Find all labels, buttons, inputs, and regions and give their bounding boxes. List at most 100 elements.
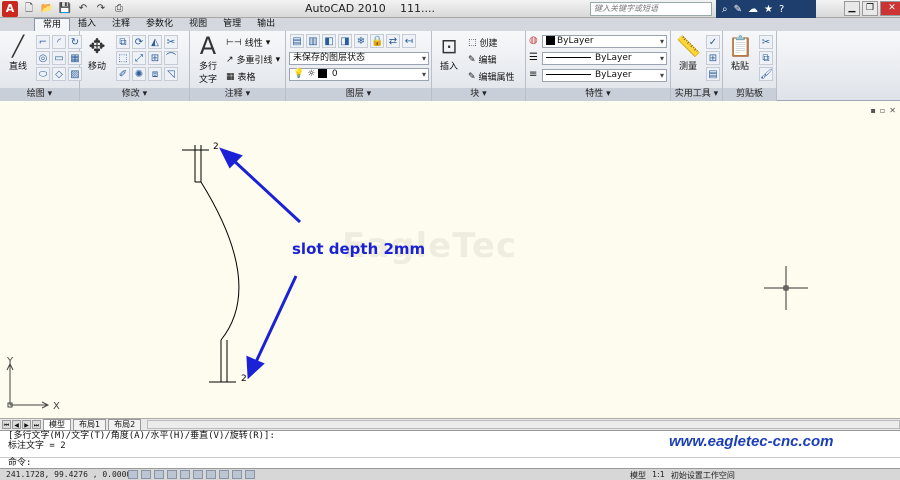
clipboard-panel-label[interactable]: 剪贴板 (723, 88, 776, 101)
circle-icon[interactable]: ◎ (36, 51, 50, 65)
create-block-button[interactable]: ⬚ 创建 (468, 36, 498, 50)
id-point-icon[interactable]: ▤ (706, 67, 720, 81)
annotation-panel-label[interactable]: 注释 ▾ (190, 88, 285, 101)
layer-state-icon[interactable]: ▥ (306, 34, 320, 48)
osnap-toggle[interactable] (180, 470, 190, 479)
mirror-icon[interactable]: ◭ (148, 35, 162, 49)
color-dropdown[interactable]: ByLayer (542, 35, 667, 48)
calculator-icon[interactable]: ⊞ (706, 51, 720, 65)
lineweight-dropdown[interactable]: ByLayer (542, 69, 667, 82)
stretch-icon[interactable]: ⬚ (116, 51, 130, 65)
explode-icon[interactable]: ✺ (132, 67, 146, 81)
tab-output[interactable]: 输出 (249, 18, 283, 31)
move-button[interactable]: ✥ 移动 (82, 33, 112, 72)
trim-icon[interactable]: ✂ (164, 35, 178, 49)
search-input[interactable]: 键入关键字或短语 (590, 2, 712, 16)
polar-toggle[interactable] (167, 470, 177, 479)
ellipse-icon[interactable]: ⬭ (36, 67, 50, 81)
quick-select-icon[interactable]: ✓ (706, 35, 720, 49)
tab-layout1[interactable]: 布局1 (73, 419, 107, 430)
last-layout-icon[interactable]: ⏭ (32, 420, 41, 429)
layer-previous-icon[interactable]: ↤ (402, 34, 416, 48)
properties-panel-label[interactable]: 特性 ▾ (526, 88, 670, 101)
tab-layout2[interactable]: 布局2 (108, 419, 142, 430)
tab-annotate[interactable]: 注释 (104, 18, 138, 31)
rectangle-icon[interactable]: ▭ (52, 51, 66, 65)
next-layout-icon[interactable]: ▶ (22, 420, 31, 429)
layer-state-dropdown[interactable]: 未保存的图层状态 (289, 52, 429, 65)
layer-properties-icon[interactable]: ▤ (290, 34, 304, 48)
snap-toggle[interactable] (128, 470, 138, 479)
layer-match-icon[interactable]: ⇄ (386, 34, 400, 48)
first-layout-icon[interactable]: ⏮ (2, 420, 11, 429)
arc-icon[interactable]: ◜ (52, 35, 66, 49)
favorites-icon[interactable]: ★ (764, 4, 773, 15)
tab-manage[interactable]: 管理 (215, 18, 249, 31)
insert-block-button[interactable]: ⊡ 插入 (434, 33, 464, 72)
model-space-button[interactable]: 模型 (630, 470, 646, 480)
polyline-icon[interactable]: ⌐ (36, 35, 50, 49)
block-panel-label[interactable]: 块 ▾ (432, 88, 525, 101)
table-button[interactable]: ▦ 表格 (226, 70, 256, 84)
new-file-icon[interactable]: 🗋 (22, 2, 36, 16)
minimize-icon[interactable]: ▁ (844, 1, 860, 16)
array-icon[interactable]: ⊞ (148, 51, 162, 65)
command-line-input[interactable]: 命令: (0, 457, 900, 468)
multileader-button[interactable]: ↗ 多重引线 ▾ (226, 53, 280, 67)
layer-isolate-icon[interactable]: ◧ (322, 34, 336, 48)
qp-toggle[interactable] (245, 470, 255, 479)
modify-panel-label[interactable]: 修改 ▾ (80, 88, 189, 101)
offset-icon[interactable]: ⧈ (148, 67, 162, 81)
restore-icon[interactable]: ❐ (862, 1, 878, 16)
autocad-logo-icon[interactable]: A (2, 1, 18, 17)
line-button[interactable]: ╱ 直线 (3, 33, 33, 72)
otrack-toggle[interactable] (193, 470, 203, 479)
tab-view[interactable]: 视图 (181, 18, 215, 31)
tab-home[interactable]: 常用 (34, 18, 71, 31)
layers-panel-label[interactable]: 图层 ▾ (286, 88, 431, 101)
workspace-switch[interactable]: 初始设置工作空间 (671, 470, 735, 480)
mtext-button[interactable]: A 多行 文字 (193, 33, 223, 85)
current-layer-dropdown[interactable]: 💡 ☼ 0 (289, 68, 429, 81)
ducs-toggle[interactable] (206, 470, 216, 479)
layer-freeze-icon[interactable]: ❄ (354, 34, 368, 48)
erase-icon[interactable]: ✐ (116, 67, 130, 81)
paste-button[interactable]: 📋 粘贴 (725, 33, 755, 72)
help-icon[interactable]: ? (779, 4, 784, 15)
cut-icon[interactable]: ✂ (759, 35, 773, 49)
linear-dim-button[interactable]: ⊢⊣ 线性 ▾ (226, 36, 270, 50)
open-file-icon[interactable]: 📂 (40, 2, 54, 16)
redo-icon[interactable]: ↷ (94, 2, 108, 16)
exchange-icon[interactable]: ☁ (748, 4, 758, 15)
print-icon[interactable]: ⎙ (112, 2, 126, 16)
close-icon[interactable]: ✕ (880, 1, 900, 16)
match-properties-icon[interactable]: 🖌 (759, 67, 773, 81)
search-icon[interactable]: ⌕ (722, 4, 728, 15)
dyn-toggle[interactable] (219, 470, 229, 479)
utilities-panel-label[interactable]: 实用工具 ▾ (671, 88, 722, 101)
scale-icon[interactable]: ⤢ (132, 51, 146, 65)
chamfer-icon[interactable]: ◹ (164, 67, 178, 81)
rotate-tool-icon[interactable]: ⟳ (132, 35, 146, 49)
copy-icon[interactable]: ⧉ (116, 35, 130, 49)
save-icon[interactable]: 💾 (58, 2, 72, 16)
tools-icon[interactable]: ✎ (734, 4, 742, 15)
edit-block-button[interactable]: ✎ 编辑 (468, 53, 497, 67)
tab-parametric[interactable]: 参数化 (138, 18, 181, 31)
draw-panel-label[interactable]: 绘图 ▾ (0, 88, 79, 101)
prev-layout-icon[interactable]: ◀ (12, 420, 21, 429)
annotation-scale[interactable]: 1:1 (652, 470, 665, 480)
lineweight-toggle[interactable] (232, 470, 242, 479)
layer-lock-icon[interactable]: 🔒 (370, 34, 384, 48)
horizontal-scrollbar[interactable] (147, 420, 900, 429)
linetype-dropdown[interactable]: ByLayer (542, 52, 667, 65)
measure-button[interactable]: 📏 测量 (673, 33, 703, 72)
copy-clip-icon[interactable]: ⧉ (759, 51, 773, 65)
ortho-toggle[interactable] (154, 470, 164, 479)
region-icon[interactable]: ◇ (52, 67, 66, 81)
undo-icon[interactable]: ↶ (76, 2, 90, 16)
tab-model[interactable]: 模型 (43, 419, 71, 430)
fillet-icon[interactable]: ⌒ (164, 51, 178, 65)
tab-insert[interactable]: 插入 (70, 18, 104, 31)
edit-attributes-button[interactable]: ✎ 编辑属性 (468, 70, 515, 84)
